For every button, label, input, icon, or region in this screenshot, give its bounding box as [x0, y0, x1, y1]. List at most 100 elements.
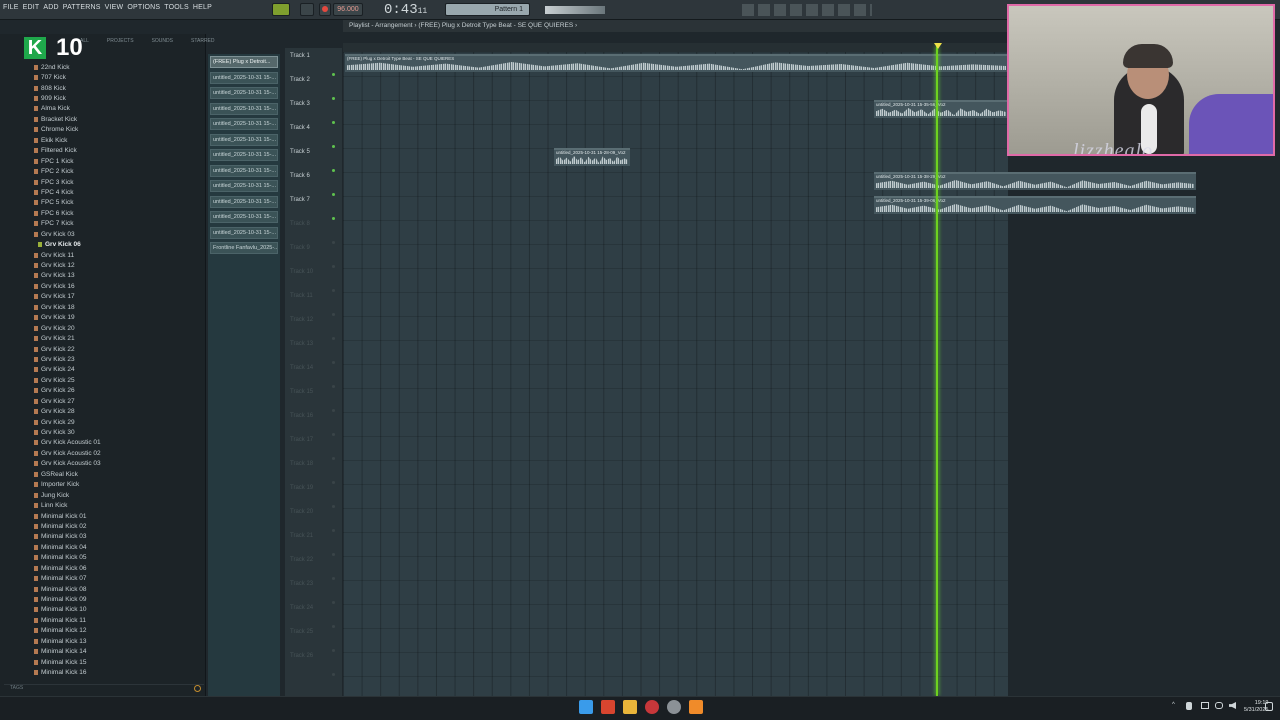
- browser-item[interactable]: 808 Kick: [34, 83, 204, 93]
- picker-item[interactable]: untitled_2025-10-31 15-...: [210, 211, 278, 223]
- track-mute-led[interactable]: [332, 73, 335, 76]
- tempo-display[interactable]: 96.000: [333, 3, 363, 16]
- menu-file[interactable]: FILE: [3, 4, 19, 11]
- track-mute-led[interactable]: [332, 313, 335, 316]
- browser-item[interactable]: 909 Kick: [34, 93, 204, 103]
- track-name[interactable]: Track 7: [290, 197, 310, 203]
- track-name[interactable]: Track 26: [290, 653, 313, 659]
- browser-item[interactable]: Ekik Kick: [34, 135, 204, 145]
- browser-item[interactable]: Grv Kick 20: [34, 323, 204, 333]
- browser-item[interactable]: Minimal Kick 08: [34, 584, 204, 594]
- browser-item[interactable]: Grv Kick 17: [34, 292, 204, 302]
- play-button[interactable]: [272, 3, 290, 16]
- browser-item[interactable]: FPC 2 Kick: [34, 166, 204, 176]
- browser-item[interactable]: Minimal Kick 09: [34, 594, 204, 604]
- tray-monitor-icon[interactable]: [1201, 702, 1209, 709]
- browser-item[interactable]: Linn Kick: [34, 500, 204, 510]
- track-mute-led[interactable]: [332, 361, 335, 364]
- browser-item[interactable]: Importer Kick: [34, 480, 204, 490]
- playlist-grid[interactable]: [343, 52, 1008, 696]
- track-mute-led[interactable]: [332, 265, 335, 268]
- browser-item[interactable]: Minimal Kick 03: [34, 532, 204, 542]
- track-mute-led[interactable]: [332, 433, 335, 436]
- browser-item[interactable]: Grv Kick 28: [34, 406, 204, 416]
- browser-item[interactable]: Grv Kick 03: [34, 229, 204, 239]
- playhead-marker-icon[interactable]: [934, 43, 942, 49]
- track-name[interactable]: Track 13: [290, 341, 313, 347]
- track-mute-led[interactable]: [332, 385, 335, 388]
- timeline-ruler[interactable]: [343, 43, 1008, 52]
- track-mute-led[interactable]: [332, 193, 335, 196]
- track-mute-led[interactable]: [332, 217, 335, 220]
- browser-item[interactable]: GSReal Kick: [34, 469, 204, 479]
- browser-item[interactable]: Minimal Kick 12: [34, 626, 204, 636]
- picker-item[interactable]: (FREE) Plug x Detroit...: [210, 56, 278, 68]
- track-mute-led[interactable]: [332, 337, 335, 340]
- track-name[interactable]: Track 20: [290, 509, 313, 515]
- track-name[interactable]: Track 3: [290, 101, 310, 107]
- menu-tools[interactable]: TOOLS: [164, 4, 189, 11]
- browser-item[interactable]: Grv Kick 22: [34, 344, 204, 354]
- browser-item[interactable]: Grv Kick 19: [34, 313, 204, 323]
- track-name[interactable]: Track 11: [290, 293, 313, 299]
- browser-item[interactable]: Grv Kick 12: [34, 260, 204, 270]
- picker-item[interactable]: untitled_2025-10-31 15-...: [210, 102, 278, 115]
- track-name[interactable]: Track 8: [290, 221, 310, 227]
- track-name[interactable]: Track 10: [290, 269, 313, 275]
- audio-clip[interactable]: untitled_2025-10-31 15-38-29_Vo2: [874, 172, 1196, 190]
- track-mute-led[interactable]: [332, 289, 335, 292]
- settings-icon[interactable]: [667, 700, 681, 714]
- notification-icon[interactable]: [1265, 702, 1273, 711]
- track-mute-led[interactable]: [332, 409, 335, 412]
- menu-edit[interactable]: EDIT: [23, 4, 40, 11]
- browser-item[interactable]: Grv Kick 30: [34, 427, 204, 437]
- browser-item[interactable]: Grv Kick 21: [34, 333, 204, 343]
- search-icon[interactable]: [194, 685, 201, 692]
- browser-item[interactable]: FPC 1 Kick: [34, 156, 204, 166]
- browser-item[interactable]: Minimal Kick 04: [34, 542, 204, 552]
- audio-clip[interactable]: untitled_2025-10-31 15-39-06_Vo2: [874, 196, 1196, 214]
- chrome-icon[interactable]: [645, 700, 659, 714]
- browser-item[interactable]: FPC 4 Kick: [34, 187, 204, 197]
- track-mute-led[interactable]: [332, 553, 335, 556]
- browser-item[interactable]: Minimal Kick 07: [34, 573, 204, 583]
- track-mute-led[interactable]: [332, 121, 335, 124]
- track-mute-led[interactable]: [332, 505, 335, 508]
- browser-item[interactable]: Minimal Kick 01: [34, 511, 204, 521]
- track-name[interactable]: Track 25: [290, 629, 313, 635]
- wifi-icon[interactable]: [1215, 702, 1223, 709]
- browser-item[interactable]: Minimal Kick 11: [34, 615, 204, 625]
- track-name[interactable]: Track 21: [290, 533, 313, 539]
- menu-patterns[interactable]: PATTERNS: [63, 4, 101, 11]
- track-name[interactable]: Track 4: [290, 125, 310, 131]
- browser-tags[interactable]: TAGS: [4, 684, 204, 693]
- track-name[interactable]: Track 19: [290, 485, 313, 491]
- picker-item[interactable]: untitled_2025-10-31 15-...: [210, 87, 278, 99]
- browser-item[interactable]: Minimal Kick 16: [34, 667, 204, 677]
- tab-projects[interactable]: PROJECTS: [107, 35, 134, 47]
- track-name[interactable]: Track 18: [290, 461, 313, 467]
- toolbar-buttons[interactable]: [742, 4, 872, 16]
- browser-item[interactable]: FPC 7 Kick: [34, 219, 204, 229]
- track-mute-led[interactable]: [332, 457, 335, 460]
- record-button[interactable]: [319, 3, 331, 16]
- browser-item[interactable]: Jung Kick: [34, 490, 204, 500]
- browser-item[interactable]: Minimal Kick 06: [34, 563, 204, 573]
- track-name[interactable]: Track 14: [290, 365, 313, 371]
- track-mute-led[interactable]: [332, 625, 335, 628]
- master-volume-slider[interactable]: [545, 6, 605, 14]
- brave-browser-icon[interactable]: [601, 700, 615, 714]
- browser-item[interactable]: Minimal Kick 13: [34, 636, 204, 646]
- track-name[interactable]: Track 2: [290, 77, 310, 83]
- picker-item[interactable]: Frontline Fanfavlu_2025-...: [210, 242, 278, 254]
- audio-clip[interactable]: (FREE) Plug x Detroit Type Beat - SE QUE…: [345, 54, 1008, 72]
- browser-item[interactable]: Grv Kick Acoustic 01: [34, 438, 204, 448]
- browser-item[interactable]: Grv Kick 26: [34, 386, 204, 396]
- pattern-selector[interactable]: Pattern 1: [445, 3, 530, 16]
- browser-item[interactable]: Minimal Kick 14: [34, 647, 204, 657]
- track-mute-led[interactable]: [332, 241, 335, 244]
- track-mute-led[interactable]: [332, 601, 335, 604]
- tab-sounds[interactable]: SOUNDS: [152, 35, 173, 47]
- track-name[interactable]: Track 22: [290, 557, 313, 563]
- browser-item[interactable]: 707 Kick: [34, 72, 204, 82]
